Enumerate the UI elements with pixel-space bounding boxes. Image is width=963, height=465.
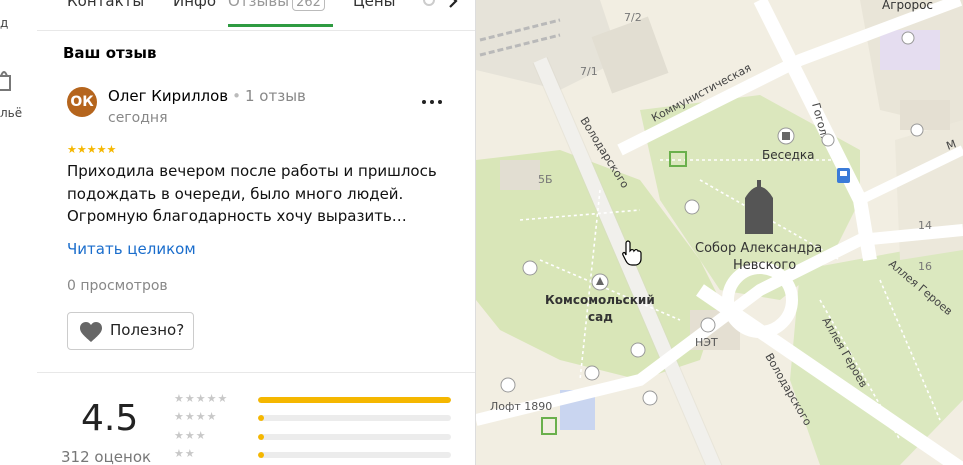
- map-label-7-2: 7/2: [624, 11, 642, 24]
- tabs-divider: [37, 30, 475, 31]
- side-strip: д льё: [0, 0, 38, 465]
- side-strip-text-bottom: льё: [0, 106, 23, 120]
- bus-stop-icon[interactable]: [837, 168, 850, 183]
- review-text: Приходила вечером после работы и пришлос…: [67, 162, 437, 225]
- map-label-7-1: 7/1: [580, 65, 598, 78]
- author-name[interactable]: Олег Кириллов: [108, 87, 228, 105]
- side-strip-text-top: д: [0, 16, 9, 30]
- chevron-right-icon[interactable]: [447, 0, 459, 10]
- map-label-garden-2: сад: [588, 310, 613, 324]
- map-label-net: НЭТ: [695, 336, 718, 349]
- monument-icon[interactable]: [684, 199, 700, 215]
- review-date: сегодня: [108, 110, 168, 126]
- gazebo-small-icon[interactable]: [630, 342, 646, 358]
- tab-info[interactable]: Инфо: [173, 0, 216, 10]
- map-label-garden-1: Комсомольский: [545, 293, 655, 307]
- tab-reviews-label: Отзывы: [228, 0, 290, 10]
- tab-reviews[interactable]: Отзывы 262: [228, 0, 325, 11]
- read-more-link[interactable]: Читать целиком: [67, 240, 196, 258]
- tab-more-icon[interactable]: [423, 0, 435, 8]
- map-label-agropros: Агророс: [882, 0, 933, 12]
- loft-icon[interactable]: [500, 377, 516, 393]
- section-divider: [37, 372, 475, 373]
- dist-row-4-bar: [258, 415, 451, 421]
- review-author[interactable]: Олег Кириллов • 1 отзыв: [108, 87, 306, 105]
- place-panel: Контакты Инфо Отзывы 262 Цены Ваш отзыв О…: [37, 0, 476, 465]
- map-label-loft: Лофт 1890: [490, 400, 552, 413]
- dist-row-2-stars: ★★: [174, 447, 196, 460]
- garden-icon[interactable]: [591, 273, 609, 291]
- rating-count: 312 оценок: [61, 448, 152, 465]
- hand-cursor-icon: [622, 240, 642, 266]
- map[interactable]: Агророс Коммунистическая Володарского Во…: [476, 0, 963, 465]
- dist-row-4-stars: ★★★★: [174, 410, 218, 423]
- tabs-bar: Контакты Инфо Отзывы 262 Цены: [37, 0, 475, 30]
- rating-value: 4.5: [81, 398, 139, 439]
- map-label-14: 14: [918, 219, 932, 232]
- map-label-cathedral-2: Невского: [733, 258, 796, 273]
- tab-contacts[interactable]: Контакты: [67, 0, 144, 10]
- dist-bar-fill: [258, 452, 264, 458]
- dist-row-5-bar: [258, 397, 451, 403]
- heart-icon: [80, 322, 102, 342]
- tab-prices[interactable]: Цены: [353, 0, 396, 10]
- review-stars: ★★★★★: [67, 143, 117, 156]
- useful-button[interactable]: Полезно?: [67, 312, 194, 350]
- views-count: 0 просмотров: [67, 278, 168, 294]
- gazebo-icon[interactable]: [777, 127, 795, 145]
- map-label-cathedral-1: Собор Александра: [695, 241, 822, 256]
- useful-label: Полезно?: [110, 321, 185, 339]
- more-dots-icon[interactable]: [421, 90, 443, 114]
- author-reviews-count: 1 отзыв: [245, 87, 306, 105]
- cafe-icon[interactable]: [910, 123, 924, 137]
- section-title: Ваш отзыв: [63, 44, 157, 62]
- reviews-count-badge: 262: [292, 0, 325, 11]
- bag-icon[interactable]: [0, 66, 14, 92]
- map-label-16: 16: [918, 260, 932, 273]
- dist-bar-fill: [258, 434, 264, 440]
- theater-icon[interactable]: [700, 317, 716, 333]
- shop-icon[interactable]: [821, 133, 835, 147]
- avatar[interactable]: ОК: [67, 87, 97, 117]
- building-icon[interactable]: [642, 390, 658, 406]
- dist-row-3-bar: [258, 434, 451, 440]
- dist-bar-fill: [258, 397, 451, 403]
- bank-icon[interactable]: [901, 31, 915, 45]
- map-label-5b: 5Б: [538, 173, 553, 186]
- dist-row-2-bar: [258, 452, 451, 458]
- dist-bar-fill: [258, 415, 264, 421]
- dist-row-3-stars: ★★★: [174, 429, 207, 442]
- active-tab-indicator: [228, 24, 333, 27]
- dist-row-5-stars: ★★★★★: [174, 392, 229, 405]
- museum-icon[interactable]: [522, 260, 538, 276]
- map-label-gazebo: Беседка: [762, 148, 815, 162]
- statue-icon[interactable]: [584, 365, 600, 381]
